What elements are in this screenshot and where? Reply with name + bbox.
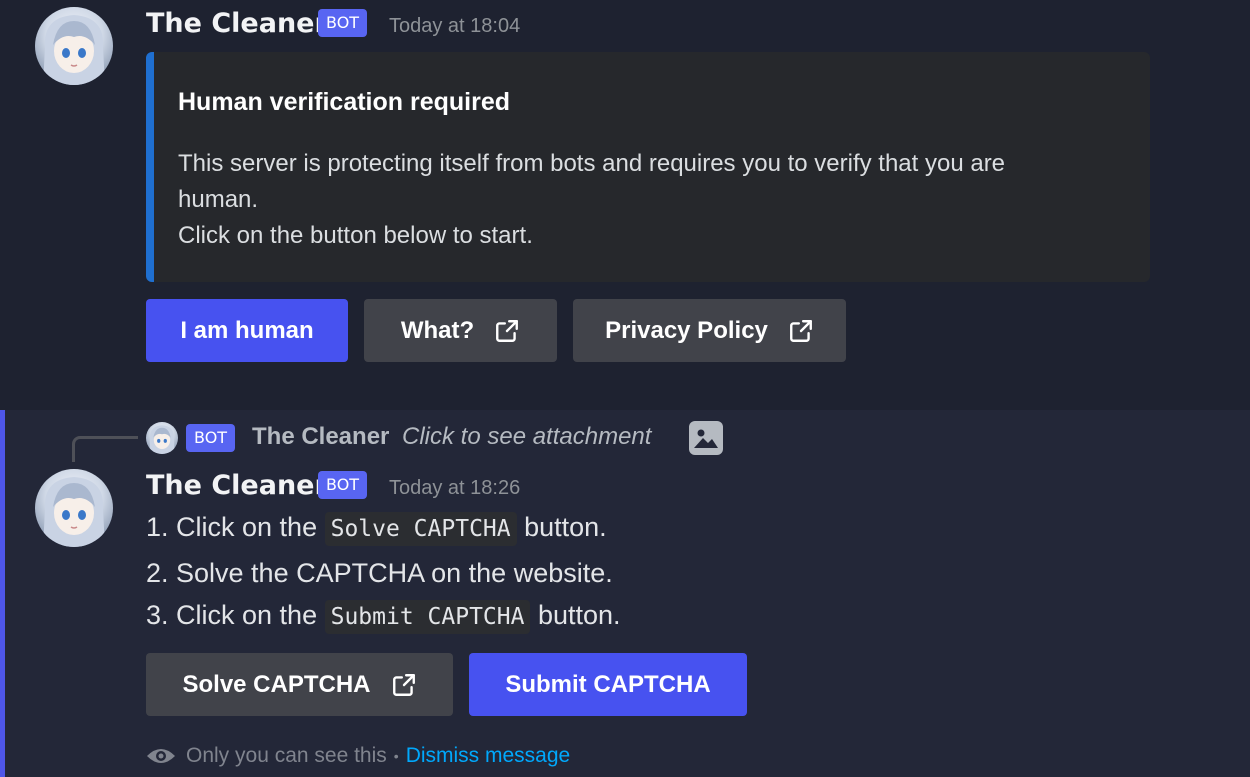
ephemeral-footer: Only you can see this • Dismiss message bbox=[146, 744, 570, 768]
reply-avatar[interactable] bbox=[146, 422, 178, 454]
embed-description-line: human. bbox=[178, 186, 259, 213]
author-name[interactable]: The Cleaner bbox=[146, 8, 328, 39]
message-timestamp: Today at 18:04 bbox=[389, 15, 521, 37]
avatar[interactable] bbox=[35, 469, 113, 547]
instruction-text: button. bbox=[516, 512, 607, 543]
dismiss-message-link[interactable]: Dismiss message bbox=[406, 744, 571, 768]
eye-icon bbox=[147, 749, 175, 763]
button-label: I am human bbox=[180, 316, 314, 344]
solve-captcha-button[interactable]: Solve CAPTCHA bbox=[146, 653, 453, 716]
privacy-policy-button[interactable]: Privacy Policy bbox=[573, 299, 846, 362]
ephemeral-highlight-bar bbox=[0, 410, 5, 777]
external-link-icon bbox=[789, 319, 812, 342]
button-label: Submit CAPTCHA bbox=[505, 670, 711, 698]
instruction-line: 3. Click on the Submit CAPTCHA button. bbox=[146, 600, 621, 634]
instruction-text: 1. Click on the bbox=[146, 512, 325, 543]
separator-dot: • bbox=[393, 748, 399, 764]
button-label: What? bbox=[400, 316, 475, 344]
instruction-text: 3. Click on the bbox=[146, 600, 325, 631]
reply-bot-badge: BOT bbox=[186, 424, 236, 452]
embed-description-line: This server is protecting itself from bo… bbox=[178, 150, 1006, 177]
external-link-icon bbox=[496, 319, 519, 342]
embed-description-line: Click on the button below to start. bbox=[178, 222, 533, 249]
external-link-icon bbox=[392, 673, 415, 696]
button-label: Privacy Policy bbox=[605, 316, 768, 344]
inline-code: Submit CAPTCHA bbox=[324, 600, 531, 634]
embed-title: Human verification required bbox=[178, 88, 511, 116]
embed-accent-bar bbox=[146, 52, 154, 282]
ephemeral-notice: Only you can see this bbox=[186, 744, 387, 767]
image-icon bbox=[689, 421, 723, 455]
submit-captcha-button[interactable]: Submit CAPTCHA bbox=[469, 653, 747, 716]
reply-attachment-link[interactable]: Click to see attachment bbox=[402, 423, 651, 451]
author-name[interactable]: The Cleaner bbox=[146, 470, 328, 501]
bot-badge: BOT bbox=[318, 471, 368, 499]
message-timestamp: Today at 18:26 bbox=[389, 477, 521, 499]
instruction-line: 1. Click on the Solve CAPTCHA button. bbox=[146, 512, 607, 546]
instruction-line: 2. Solve the CAPTCHA on the website. bbox=[146, 558, 613, 589]
reply-author-name[interactable]: The Cleaner bbox=[252, 423, 389, 451]
instruction-text: button. bbox=[530, 600, 621, 631]
inline-code: Solve CAPTCHA bbox=[324, 512, 517, 546]
button-label: Solve CAPTCHA bbox=[182, 670, 371, 698]
i-am-human-button[interactable]: I am human bbox=[146, 299, 348, 362]
embed-description: This server is protecting itself from bo… bbox=[178, 146, 1128, 254]
bot-badge: BOT bbox=[318, 9, 368, 37]
what-link-button[interactable]: What? bbox=[364, 299, 557, 362]
verification-embed: Human verification required This server … bbox=[146, 52, 1150, 282]
reply-connector bbox=[72, 436, 138, 462]
instruction-text: 2. Solve the CAPTCHA on the website. bbox=[146, 558, 613, 588]
avatar[interactable] bbox=[35, 7, 113, 85]
ephemeral-message-background bbox=[0, 410, 1250, 777]
